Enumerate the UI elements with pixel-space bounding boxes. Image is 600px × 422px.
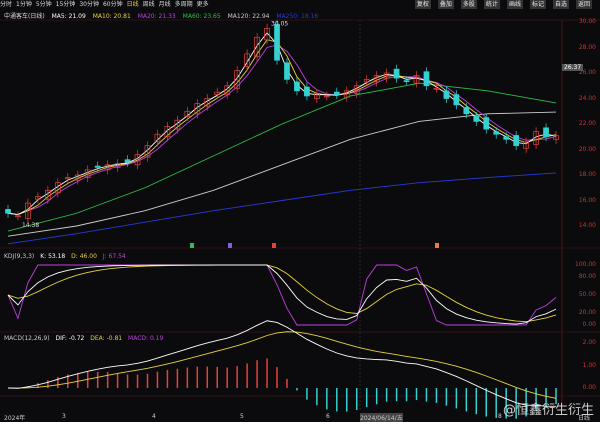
candle [483,117,490,130]
ma10-line [7,39,557,215]
candle [94,165,101,168]
date-label: 2024年 [4,415,26,422]
candle [284,62,290,80]
event-marker [228,243,232,248]
kdj-title: KDJ(9,3,3) [4,253,35,260]
kdj-tick: 80.00 [578,273,596,280]
low-label: 14.38 [22,222,39,229]
price-tick: 16.00 [578,196,596,204]
macd-hist: MACD: 0.19 [128,335,164,342]
price-tick: 26.00 [578,69,596,76]
price-tick: 18.00 [578,171,596,178]
date-label: 2024/06/14/五 [360,413,403,422]
stock-chart[interactable]: 30.05 14.38 [0,0,600,422]
macd-title: MACD(12,26,9) [4,335,50,342]
candle [393,68,400,79]
kdj-k-line [7,264,557,325]
price-tick: 14.00 [578,222,596,229]
price-tick: 28.00 [578,43,596,51]
candle [274,24,280,61]
kdj-j: J: 67.54 [102,253,126,260]
candle [124,159,131,163]
watermark: @恒鑫衍生衍生 [502,403,594,418]
candle [513,135,519,147]
price-tick: 24.00 [578,94,596,102]
candle [473,115,480,122]
candle [403,80,410,83]
kdj-tick: 100.00 [575,261,596,268]
candle [543,127,549,138]
date-label: 5 [240,413,244,420]
candle [423,71,430,87]
kdj-j-line [7,264,557,326]
event-marker [190,243,194,248]
price-tick: 22.00 [578,120,596,127]
date-label: 8 [498,413,502,420]
kdj-k: K: 53.18 [40,253,66,260]
event-marker [435,243,439,248]
kdj-tick: 0.00 [582,321,596,328]
macd-tick: 2.00 [582,339,596,346]
candle [294,81,300,92]
macd-tick: 1.00 [582,361,596,369]
date-label: 6 [326,413,330,420]
macd-dif-line [7,320,557,407]
candle [5,209,11,214]
candle [493,131,500,135]
macd-dea: DEA: -0.81 [90,335,123,342]
candle [463,107,470,115]
macd-dif: DIF: -0.72 [55,335,85,342]
kdj-d: D: 46.00 [71,253,97,260]
macd-tick: 0.00 [582,384,596,391]
high-label: 30.05 [271,20,288,27]
kdj-d-line [7,264,557,323]
kdj-label: KDJ(9,3,3) K: 53.18 D: 46.00 J: 67.54 [4,253,130,260]
price-tick: 30.00 [578,18,596,25]
candle [453,94,460,106]
kdj-tick: 20.00 [578,309,596,316]
price-tick: 20.00 [578,145,596,153]
date-label: 4 [152,413,156,420]
candle [503,136,510,140]
ma20-line [7,44,557,215]
event-marker [272,243,276,248]
candle [333,91,340,96]
ma60-line [7,82,557,232]
macd-label: MACD(12,26,9) DIF: -0.72 DEA: -0.81 MACD… [4,335,167,342]
kdj-tick: 50.00 [578,291,596,298]
date-label: 3 [62,413,66,420]
candle [443,90,450,99]
candle [304,86,310,97]
